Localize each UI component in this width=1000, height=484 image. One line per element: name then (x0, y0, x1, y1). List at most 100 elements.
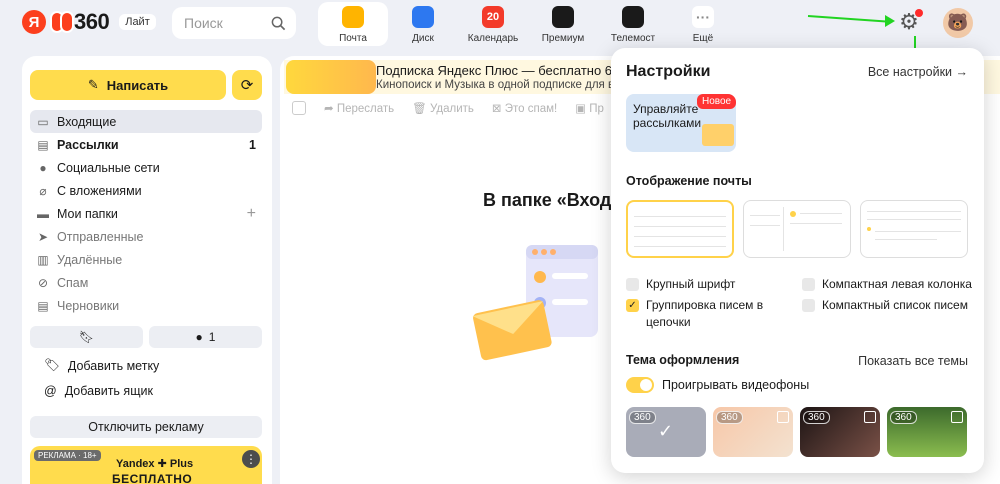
sidebar-item-sent[interactable]: ➤ Отправленные (30, 225, 262, 248)
video-theme-icon (864, 411, 876, 423)
refresh-button[interactable]: ⟳ (232, 70, 262, 100)
folder-list: ▭ Входящие ▤ Рассылки 1 ● Социальные сети ⌀ С вл… (30, 110, 262, 317)
settings-popover: Настройки Все настройки → Управляйте рас… (611, 48, 984, 473)
ad-promo-banner[interactable]: РЕКЛАМА · 18+ Yandex ✚ Plus БЕСПЛАТНО ⋮ (30, 446, 262, 484)
sidebar-item-label: Мои папки (57, 206, 118, 221)
theme-tag: 360 (890, 411, 917, 424)
apps-nav: Почта Диск 20 Календарь Премиум Телемост ··· Ещ… (318, 2, 738, 46)
thread-grouping-checkbox[interactable]: ✓ (626, 299, 639, 312)
layout-option-list[interactable] (626, 200, 734, 258)
yandex-360-logo[interactable]: Я 360 Лайт (22, 9, 156, 35)
sidebar-item-newsletters[interactable]: ▤ Рассылки 1 (30, 133, 262, 156)
tag-icon: 🏷︎ (44, 358, 60, 372)
large-font-checkbox[interactable] (626, 278, 639, 291)
telemost-icon (622, 6, 644, 28)
inbox-icon: ▭ (37, 114, 49, 129)
lite-badge: Лайт (119, 14, 156, 30)
premium-icon (552, 6, 574, 28)
layout-option-preview[interactable] (860, 200, 968, 258)
yandex-logo-icon: Я (22, 10, 46, 34)
more-icon: ··· (692, 6, 714, 28)
more-options-icon[interactable]: ⋮ (242, 450, 260, 468)
display-heading: Отображение почты (626, 174, 752, 188)
sidebar-item-attachment[interactable]: ⌀ С вложениями (30, 179, 262, 202)
ad-age-label: РЕКЛАМА · 18+ (34, 450, 101, 461)
avatar[interactable]: 🐻 (943, 8, 973, 38)
annotation-arrowhead-right (885, 15, 895, 27)
search-icon[interactable] (271, 16, 286, 31)
bookmarked-filter-button[interactable]: 🔖︎ (30, 326, 143, 348)
sidebar-item-folder[interactable]: ▬ Мои папки + (30, 202, 262, 225)
sidebar-item-spam[interactable]: ⊘ Спам (30, 271, 262, 294)
app-mail[interactable]: Почта (318, 2, 388, 46)
theme-option[interactable]: 360 (800, 407, 880, 457)
app-more[interactable]: ··· Ещё (668, 2, 738, 46)
app-calendar[interactable]: 20 Календарь (458, 2, 528, 46)
theme-tag: 360 (629, 411, 656, 424)
video-theme-icon (777, 411, 789, 423)
delete-button[interactable]: 🗑︎ Удалить (412, 101, 474, 115)
promo-free-text: БЕСПЛАТНО (112, 472, 193, 484)
large-font-option[interactable]: Крупный шрифт (626, 276, 796, 293)
sidebar-item-inbox[interactable]: ▭ Входящие (30, 110, 262, 133)
add-mailbox-link[interactable]: @ Добавить ящик (44, 384, 153, 398)
compact-left-column-checkbox[interactable] (802, 278, 815, 291)
sidebar-item-label: Черновики (57, 298, 120, 313)
theme-option[interactable]: 360 (887, 407, 967, 457)
logo-circles-icon (50, 11, 74, 33)
app-label: Диск (412, 33, 434, 44)
manage-newsletters-card[interactable]: Управляйте рассылками Новое (626, 94, 736, 152)
add-label-text: Добавить метку (67, 358, 160, 373)
compact-list-checkbox[interactable] (802, 299, 815, 312)
video-theme-icon (951, 411, 963, 423)
select-all-checkbox[interactable] (292, 101, 306, 115)
notification-dot (915, 9, 923, 17)
sidebar-item-label: Социальные сети (57, 160, 160, 175)
add-label-link[interactable]: 🏷︎ Добавить метку (44, 358, 159, 373)
compact-left-column-option[interactable]: Компактная левая колонка (802, 276, 977, 293)
spam-button[interactable]: ⊠ Это спам! (492, 101, 557, 115)
video-backgrounds-toggle[interactable] (626, 377, 654, 393)
sidebar-item-drafts[interactable]: ▤ Черновики (30, 294, 262, 317)
sidebar-item-label: Входящие (57, 114, 117, 129)
drafts-icon: ▤ (37, 298, 49, 313)
layout-option-split[interactable] (743, 200, 851, 258)
forward-button[interactable]: ➦ Переслать (324, 101, 394, 115)
disable-ads-button[interactable]: Отключить рекламу (30, 416, 262, 438)
bookmark-icon: 🔖︎ (78, 330, 95, 344)
banner-title: Подписка Яндекс Плюс — бесплатно 60 (376, 63, 620, 78)
search-input[interactable]: Поиск (172, 7, 296, 39)
theme-option[interactable]: 360 (713, 407, 793, 457)
sidebar-item-social[interactable]: ● Социальные сети (30, 156, 262, 179)
theme-option[interactable]: 360 ✓ (626, 407, 706, 457)
pencil-icon: ✎ (87, 77, 99, 92)
unread-filter-button[interactable]: ● 1 (149, 326, 262, 348)
new-badge: Новое (697, 94, 736, 109)
large-font-label: Крупный шрифт (646, 277, 736, 291)
thread-grouping-option[interactable]: ✓ Группировка писем в цепочки (626, 297, 776, 331)
show-all-themes-link[interactable]: Показать все темы (858, 354, 968, 368)
trash-icon: ▥ (37, 252, 49, 267)
settings-title: Настройки (626, 63, 711, 80)
app-premium[interactable]: Премиум (528, 2, 598, 46)
add-folder-icon[interactable]: + (247, 205, 256, 223)
theme-tag: 360 (716, 411, 743, 424)
compact-list-option[interactable]: Компактный список писем (802, 297, 977, 314)
app-disk[interactable]: Диск (388, 2, 458, 46)
app-label: Почта (339, 33, 367, 44)
attachment-icon: ⌀ (39, 183, 47, 198)
all-settings-link[interactable]: Все настройки → (868, 65, 968, 79)
sidebar-item-label: Отправленные (57, 229, 144, 244)
promo-brand: Yandex ✚ Plus (116, 458, 194, 470)
logo-360-text: 360 (74, 9, 110, 34)
sidebar-item-trash[interactable]: ▥ Удалённые (30, 248, 262, 271)
at-icon: @ (44, 384, 57, 398)
sidebar-item-label: С вложениями (57, 183, 142, 198)
empty-inbox-illustration (472, 245, 598, 361)
app-telemost[interactable]: Телемост (598, 2, 668, 46)
folder-icon: ▬ (37, 206, 49, 221)
label-filter-row: 🔖︎ ● 1 (30, 326, 262, 348)
more-toolbar-button[interactable]: ▣ Пр (575, 101, 604, 115)
top-bar: Я 360 Лайт Поиск Почта Диск 20 Календарь Пре… (0, 0, 1000, 48)
compose-button[interactable]: ✎ Написать (30, 70, 226, 100)
